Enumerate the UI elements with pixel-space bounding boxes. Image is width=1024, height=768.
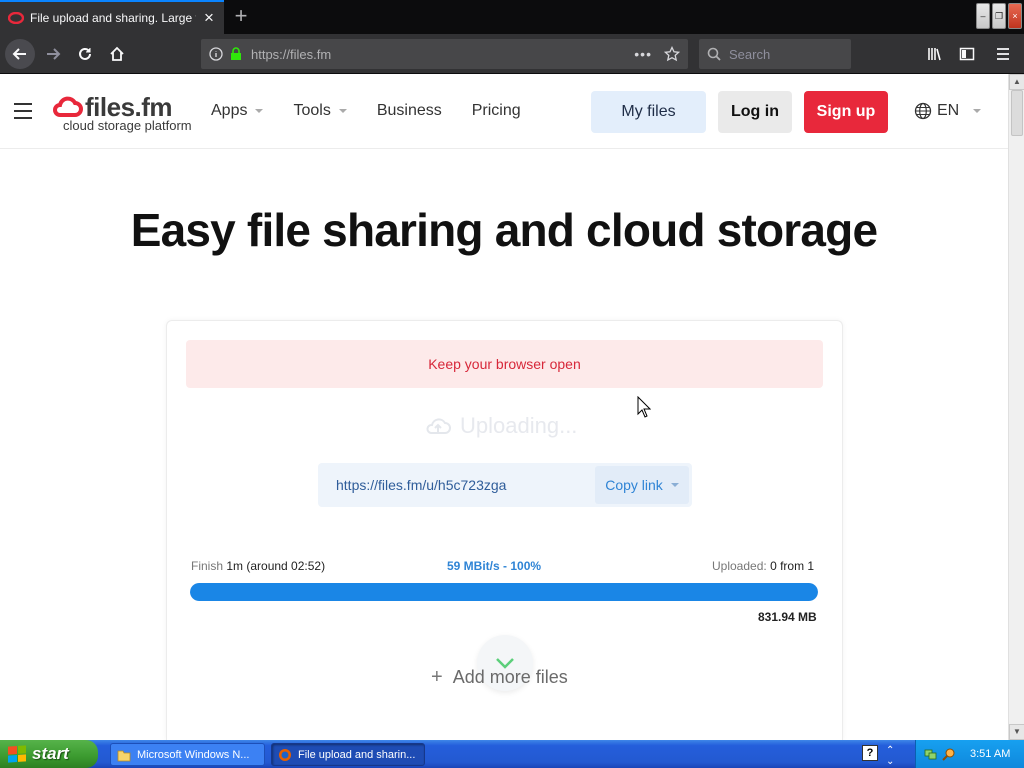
taskbar-item-label: Microsoft Windows N...	[137, 748, 250, 761]
sidebar-toggle-icon[interactable]	[954, 39, 980, 69]
upload-progress-fill	[190, 583, 818, 601]
uploaded-value: 0 from 1	[770, 559, 815, 573]
minimize-button[interactable]: –	[976, 3, 990, 29]
help-icon[interactable]: ?	[862, 745, 878, 761]
close-window-button[interactable]: ×	[1008, 3, 1022, 29]
files-fm-favicon-icon	[8, 10, 24, 26]
finish-estimate: Finish 1m (around 02:52)	[191, 559, 325, 573]
taskbar-item-label: File upload and sharin...	[298, 748, 416, 761]
scroll-thumb[interactable]	[1011, 90, 1023, 136]
nav-apps[interactable]: Apps	[211, 102, 264, 120]
system-tray: 3:51 AM	[915, 740, 1024, 768]
taskbar-item-firefox[interactable]: File upload and sharin...	[271, 743, 425, 766]
forward-button[interactable]	[38, 39, 68, 69]
share-link-box: https://files.fm/u/h5c723zga Copy link	[318, 463, 692, 507]
chevron-down-icon	[973, 109, 982, 113]
upload-speed: 59 MBit/s - 100%	[447, 559, 542, 573]
reload-button[interactable]	[70, 39, 100, 69]
tab-title: File upload and sharing. Large file	[30, 11, 196, 25]
finish-value: 1m (around 02:52)	[226, 559, 326, 573]
nav-apps-label: Apps	[211, 102, 248, 119]
copy-link-label: Copy link	[605, 477, 663, 493]
network-icon[interactable]	[924, 747, 938, 761]
copy-link-button[interactable]: Copy link	[595, 466, 689, 504]
scroll-down-arrow-icon[interactable]: ▼	[1009, 724, 1024, 740]
url-text[interactable]: https://files.fm	[251, 47, 634, 62]
reload-icon	[79, 47, 91, 60]
add-more-files-label: Add more files	[452, 667, 568, 687]
language-selector[interactable]: EN	[914, 102, 982, 120]
back-arrow-icon	[12, 48, 26, 60]
hamburger-menu-icon[interactable]	[986, 39, 1020, 69]
tab-close-icon[interactable]: ×	[200, 9, 218, 27]
search-icon	[707, 47, 721, 61]
logo-tagline: cloud storage platform	[63, 118, 192, 133]
new-tab-icon[interactable]: +	[230, 4, 252, 28]
browser-navbar: https://files.fm ••• Search	[0, 34, 1024, 74]
forward-arrow-icon	[47, 48, 61, 60]
my-files-button[interactable]: My files	[591, 91, 706, 133]
mouse-cursor-icon	[637, 396, 651, 418]
restore-button[interactable]: ❐	[992, 3, 1006, 29]
lock-icon[interactable]	[229, 47, 243, 61]
upload-status: Uploading...	[424, 413, 577, 439]
window-controls: – ❐ ×	[976, 3, 1022, 29]
page-headline: Easy file sharing and cloud storage	[130, 204, 878, 256]
nav-business[interactable]: Business	[377, 102, 442, 120]
page-scrollbar[interactable]: ▲ ▼	[1008, 74, 1024, 740]
search-bar[interactable]: Search	[699, 39, 851, 69]
chevron-down-icon	[255, 109, 264, 113]
scroll-up-arrow-icon[interactable]: ▲	[1009, 74, 1024, 90]
uploaded-label: Uploaded:	[712, 559, 767, 573]
nav-tools-label: Tools	[293, 102, 331, 119]
start-button[interactable]: start	[0, 740, 98, 768]
finish-label: Finish	[191, 559, 224, 573]
logo-cloud-icon	[53, 96, 83, 117]
chevron-down-icon	[670, 483, 679, 487]
uploaded-count: Uploaded: 0 from 1	[712, 559, 814, 573]
files-fm-logo[interactable]: files.fm cloud storage platform	[53, 92, 192, 133]
windows-flag-icon	[8, 745, 26, 763]
folder-icon	[117, 750, 131, 761]
clock: 3:51 AM	[970, 748, 1011, 760]
upload-progress-bar	[190, 583, 818, 601]
nav-pricing-label: Pricing	[471, 102, 521, 119]
home-button[interactable]	[102, 39, 132, 69]
home-icon	[110, 46, 124, 61]
nav-pricing[interactable]: Pricing	[472, 102, 521, 120]
cloud-upload-icon	[426, 418, 451, 434]
browser-tab-active[interactable]: File upload and sharing. Large file ×	[0, 0, 224, 34]
site-menu-icon[interactable]	[14, 103, 32, 119]
taskbar-item-explorer[interactable]: Microsoft Windows N...	[110, 743, 265, 766]
add-more-files-button[interactable]: + Add more files	[431, 666, 568, 689]
browser-tabstrip: File upload and sharing. Large file × + …	[0, 0, 1024, 34]
start-label: start	[32, 744, 69, 763]
globe-icon	[914, 102, 932, 120]
bookmark-star-icon[interactable]	[664, 46, 680, 62]
nav-tools[interactable]: Tools	[293, 102, 347, 120]
main-nav: Apps Tools Business Pricing	[211, 102, 551, 120]
plus-icon: +	[431, 666, 443, 688]
share-link-url[interactable]: https://files.fm/u/h5c723zga	[318, 477, 595, 493]
library-icon[interactable]	[922, 39, 948, 69]
tray-expand-icon[interactable]: ⌃ ⌄	[886, 745, 894, 767]
login-button[interactable]: Log in	[718, 91, 792, 133]
language-label: EN	[937, 102, 960, 119]
page-actions-icon[interactable]: •••	[634, 46, 652, 62]
keep-browser-open-alert: Keep your browser open	[186, 340, 823, 388]
info-icon[interactable]	[209, 47, 223, 61]
back-button[interactable]	[5, 39, 35, 69]
firefox-icon	[279, 748, 291, 761]
windows-taskbar: start Microsoft Windows N... File upload…	[0, 740, 1024, 768]
chevron-down-icon	[338, 109, 347, 113]
upload-status-text: Uploading...	[460, 413, 578, 438]
url-bar[interactable]: https://files.fm •••	[201, 39, 688, 69]
signup-button[interactable]: Sign up	[804, 91, 888, 133]
site-header: files.fm cloud storage platform Apps Too…	[0, 74, 1008, 149]
nav-business-label: Business	[376, 102, 442, 119]
file-size: 831.94 MB	[758, 610, 817, 624]
search-tray-icon[interactable]	[942, 747, 956, 761]
search-placeholder: Search	[729, 46, 771, 62]
